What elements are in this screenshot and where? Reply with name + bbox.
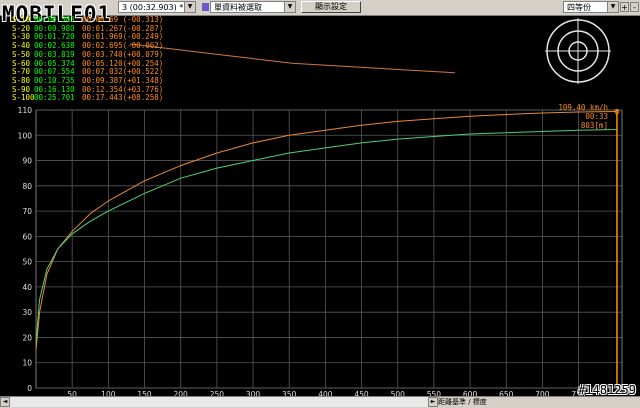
overview-series-line	[129, 43, 456, 74]
speed-readout: 109.40 km/h 00:33 803[m]	[558, 103, 608, 130]
chevron-down-icon[interactable]: ▼	[607, 2, 618, 12]
horizontal-scrollbar[interactable]	[10, 397, 430, 407]
display-settings-button[interactable]: 顯示設定	[301, 1, 361, 13]
readout-distance: 803[m]	[580, 121, 608, 130]
chevron-down-icon[interactable]: ▼	[284, 2, 295, 12]
y-tick-label: 90	[22, 157, 32, 166]
y-tick-label: 60	[22, 232, 32, 241]
data-select[interactable]: 單資料被選取 ▼	[210, 1, 296, 13]
run-select-value: (00:32.903) *	[129, 3, 184, 12]
y-tick-label: 0	[27, 384, 32, 393]
y-tick-label: 110	[18, 106, 33, 115]
y-tick-label: 20	[22, 333, 32, 342]
readout-time: 00:33	[585, 112, 608, 121]
split-time-table: S-10 00:00.383 00:00.69 (-00.313) S-20 00:00…	[12, 15, 163, 103]
color-swatch	[202, 3, 209, 11]
bottom-bar: ◄ ► 距離基準 / 標度	[0, 396, 640, 408]
zoom-out-button[interactable]: -	[630, 2, 639, 12]
watermark-id: #1481259	[578, 383, 636, 397]
axis-mode-label: 距離基準 / 標度	[438, 398, 487, 406]
y-tick-label: 70	[22, 207, 32, 216]
plot-area	[35, 109, 623, 389]
y-tick-label: 40	[22, 283, 32, 292]
data-select-value: 單資料被選取	[214, 3, 262, 12]
run-prefix: 3	[122, 3, 128, 12]
chevron-down-icon[interactable]: ▼	[184, 2, 195, 12]
scroll-left-button[interactable]: ◄	[0, 397, 10, 407]
y-tick-label: 80	[22, 182, 32, 191]
y-tick-label: 10	[22, 359, 32, 368]
y-tick-label: 50	[22, 258, 32, 267]
mode-select-value: 四等份	[567, 3, 591, 12]
zoom-in-button[interactable]: +	[620, 2, 629, 12]
mode-select[interactable]: 四等份 ▼	[563, 1, 619, 13]
scroll-right-button[interactable]: ►	[428, 397, 438, 407]
readout-speed: 109.40 km/h	[558, 103, 608, 112]
y-tick-label: 30	[22, 308, 32, 317]
run-select[interactable]: 3 (00:32.903) * ▼	[118, 1, 196, 13]
y-tick-label: 100	[18, 131, 33, 140]
speed-distance-chart: 010203040506070809010011050 100 150 200 250 3…	[18, 106, 623, 396]
g-force-circle-icon	[543, 16, 613, 86]
